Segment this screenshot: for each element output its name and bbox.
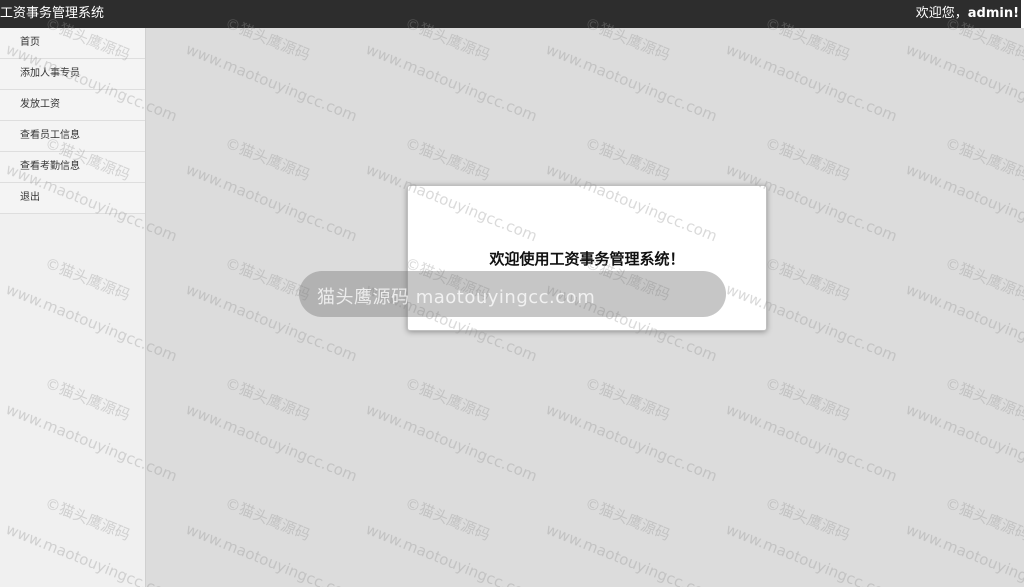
username: admin! xyxy=(967,6,1019,21)
sidebar-item-view-employees[interactable]: 查看员工信息 xyxy=(0,121,145,152)
sidebar-item-pay-salary[interactable]: 发放工资 xyxy=(0,90,145,121)
sidebar-item-view-attendance[interactable]: 查看考勤信息 xyxy=(0,152,145,183)
sidebar-item-logout[interactable]: 退出 xyxy=(0,183,145,214)
sidebar-item-add-hr-specialist[interactable]: 添加人事专员 xyxy=(0,59,145,90)
top-bar: 工资事务管理系统 欢迎您，admin! xyxy=(0,0,1024,28)
user-greeting: 欢迎您，admin! xyxy=(916,5,1019,23)
sidebar-item-home[interactable]: 首页 xyxy=(0,28,145,59)
greeting-text: 欢迎您， xyxy=(915,6,968,21)
welcome-message: 欢迎使用工资事务管理系统！ xyxy=(489,250,685,268)
watermark-banner-text: 猫头鹰源码 maotouyingcc.com xyxy=(317,287,596,308)
sidebar: 首页 添加人事专员 发放工资 查看员工信息 查看考勤信息 退出 xyxy=(0,28,146,587)
watermark-banner: 猫头鹰源码 maotouyingcc.com xyxy=(299,271,726,317)
app-title: 工资事务管理系统 xyxy=(0,6,105,21)
